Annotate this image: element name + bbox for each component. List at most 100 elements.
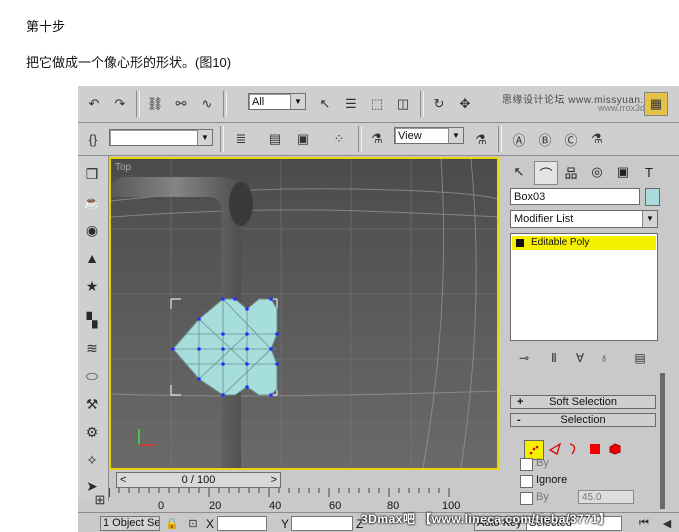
tube-icon[interactable]: ⬭	[81, 366, 103, 386]
stack-icon[interactable]: ≋	[81, 338, 103, 358]
polygon-icon[interactable]	[586, 440, 604, 458]
prev-frame-icon[interactable]: ◀	[656, 512, 678, 532]
show-end-result-icon[interactable]: Ⅱ	[544, 349, 564, 367]
ruler-label-40: 40	[269, 500, 282, 512]
go-to-start-icon[interactable]: ⏮	[633, 512, 655, 532]
object-name-field[interactable]: Box03	[510, 188, 640, 205]
remove-modifier-icon[interactable]: ♁	[594, 349, 614, 367]
select-by-name-icon[interactable]: ☰	[340, 93, 362, 115]
ignore-backfacing-checkbox[interactable]	[520, 475, 533, 488]
toolbar-separator	[420, 91, 424, 117]
heart-poly-selection[interactable]	[171, 297, 279, 397]
pin-stack-icon[interactable]: ⊸	[514, 349, 534, 367]
ref-coord-dropdown[interactable]: View ▼	[394, 127, 464, 144]
tube-end	[229, 182, 253, 226]
material-editor-icon[interactable]: ⁘	[328, 128, 350, 150]
render-last-icon[interactable]: ⚗	[586, 128, 608, 150]
light-icon[interactable]: ✧	[81, 450, 103, 470]
tab-hierarchy-icon[interactable]: 品	[560, 161, 582, 183]
panel-scrollbar[interactable]	[660, 373, 665, 509]
x-label: X	[206, 517, 215, 531]
render-setup-icon[interactable]: ⚗	[366, 128, 388, 150]
selection-rollout[interactable]: - Selection	[510, 413, 656, 427]
rect-selection-icon[interactable]: ⬚	[366, 93, 388, 115]
border-icon[interactable]	[564, 440, 582, 458]
ruler-label-0: 0	[158, 500, 165, 512]
time-slider[interactable]: < 0 / 100 >	[116, 472, 281, 488]
viewport-canvas	[111, 159, 497, 468]
select-object-icon[interactable]: ↖	[314, 93, 336, 115]
schematic-view-icon[interactable]: ▣	[292, 128, 314, 150]
command-panel-tabs: ↖ ⌒ 品 ◎ ▣ T	[508, 161, 660, 185]
chevron-down-icon: ▼	[197, 130, 212, 145]
configure-sets-icon[interactable]: ▤	[630, 349, 650, 367]
quick-render-a-icon[interactable]: Ⓐ	[508, 128, 530, 150]
axis-tripod	[138, 429, 155, 446]
hammer-icon[interactable]: ⚒	[81, 394, 103, 414]
tab-motion-icon[interactable]: ◎	[586, 161, 608, 183]
left-toolbar: ❒ ☕ ◉ ▲ ★ ▚ ≋ ⬭ ⚒ ⚙ ✧ ➤	[78, 156, 109, 501]
command-panel: ↖ ⌒ 品 ◎ ▣ T Box03 Modifier List ▼ Editab…	[506, 157, 679, 512]
tab-create-icon[interactable]: ↖	[508, 161, 530, 183]
edge-icon[interactable]	[546, 440, 564, 458]
ref-coord-value: View	[398, 130, 422, 142]
track-bar-icon[interactable]: ⊞	[89, 489, 111, 511]
named-selection-dropdown[interactable]: ▼	[109, 129, 213, 146]
curve-editor-icon[interactable]: ▤	[264, 128, 286, 150]
toolbar-separator	[358, 126, 362, 152]
redo-icon[interactable]: ↷	[109, 93, 131, 115]
render-scene-icon[interactable]: ⚗	[470, 129, 492, 151]
angle-value-field[interactable]: 45.0	[578, 490, 634, 504]
object-color-swatch[interactable]	[645, 188, 660, 206]
polygon-square-icon	[590, 444, 600, 454]
lock-icon[interactable]: 🔒	[161, 512, 183, 532]
expand-icon[interactable]	[516, 239, 524, 247]
teapot-icon[interactable]: ☕	[81, 192, 103, 212]
time-prev-arrow[interactable]: <	[120, 473, 126, 487]
y-coord-field[interactable]	[291, 516, 353, 531]
track-bar[interactable]: ⊞ 0 20 40 60 80 100	[95, 488, 499, 512]
time-slider-bar: < 0 / 100 >	[109, 472, 499, 488]
gear-icon[interactable]: ⚙	[81, 422, 103, 442]
snap-toggle-icon[interactable]: ▦	[644, 92, 668, 116]
make-unique-icon[interactable]: ∀	[570, 349, 590, 367]
unlink-icon[interactable]: ⚯	[170, 93, 192, 115]
modifier-list-dropdown[interactable]: Modifier List ▼	[510, 210, 658, 228]
selection-label: Selection	[560, 414, 606, 426]
select-move-icon[interactable]: ✥	[454, 93, 476, 115]
named-selection-icon[interactable]: {}	[82, 128, 104, 150]
ignore-backfacing-label: Ignore	[536, 474, 568, 486]
by-vertex-checkbox[interactable]	[520, 458, 533, 471]
x-coord-field[interactable]	[217, 516, 267, 531]
stack-item-editable-poly[interactable]: Editable Poly	[512, 236, 656, 250]
stack-item-label: Editable Poly	[531, 237, 590, 248]
soft-selection-label: Soft Selection	[549, 396, 617, 408]
quick-render-c-icon[interactable]: Ⓒ	[560, 128, 582, 150]
quick-render-b-icon[interactable]: Ⓑ	[534, 128, 556, 150]
selection-filter-dropdown[interactable]: All ▼	[248, 93, 306, 110]
sphere-icon[interactable]: ◉	[81, 220, 103, 240]
top-viewport[interactable]: Top	[109, 157, 499, 470]
bind-spacewarp-icon[interactable]: ∿	[196, 93, 218, 115]
window-crossing-icon[interactable]: ◫	[392, 93, 414, 115]
select-rotate-icon[interactable]: ↻	[428, 93, 450, 115]
element-icon[interactable]	[606, 440, 624, 458]
layer-manager-icon[interactable]: ≣	[230, 128, 252, 150]
select-link-icon[interactable]: ⛓	[144, 93, 166, 115]
create-geometry-icon[interactable]: ❒	[81, 164, 103, 184]
soft-selection-rollout[interactable]: + Soft Selection	[510, 395, 656, 409]
tab-modify-icon[interactable]: ⌒	[534, 161, 558, 185]
edge-triangle-icon	[548, 442, 562, 455]
cone-icon[interactable]: ▲	[81, 248, 103, 268]
checker-icon[interactable]: ▚	[81, 310, 103, 330]
undo-icon[interactable]: ↶	[83, 93, 105, 115]
absolute-mode-icon[interactable]: ⊡	[182, 512, 204, 532]
tab-display-icon[interactable]: ▣	[612, 161, 634, 183]
tab-utilities-icon[interactable]: T	[638, 161, 660, 183]
vertex-dots-icon	[529, 445, 539, 455]
chevron-down-icon: ▼	[642, 211, 657, 227]
time-next-arrow[interactable]: >	[271, 473, 277, 487]
by-angle-checkbox[interactable]	[520, 492, 533, 505]
viewport-label[interactable]: Top	[115, 162, 131, 173]
star-icon[interactable]: ★	[81, 276, 103, 296]
